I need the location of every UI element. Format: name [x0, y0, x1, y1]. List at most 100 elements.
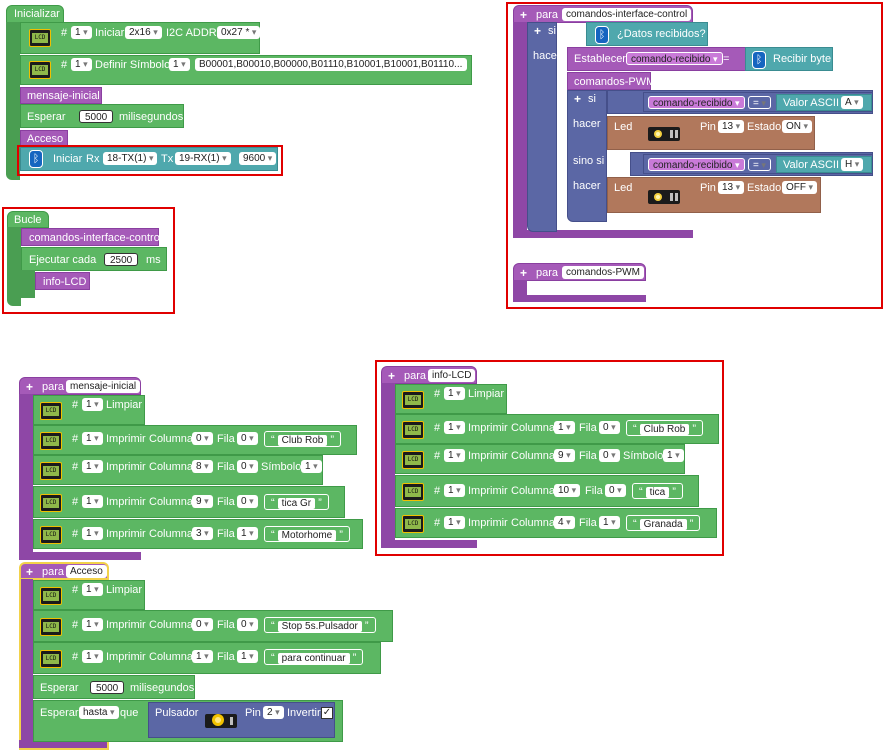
esperar-value-field[interactable]: 5000	[90, 681, 125, 694]
columna-dropdown[interactable]: 8	[192, 460, 213, 473]
plus-icon[interactable]: +	[574, 93, 581, 105]
baud-dropdown[interactable]: 9600	[239, 152, 277, 165]
bt-iniciar-block[interactable]: ᛒ Iniciar Rx 18-TX(1) Tx 19-RX(1) 9600	[20, 147, 278, 171]
lcd-number-dropdown[interactable]: 1	[82, 583, 103, 596]
lcd-imprimir-simbolo-block[interactable]: LCD # 1 Imprimir Columna 8 Fila 0 Símbol…	[33, 455, 323, 485]
variable-dropdown[interactable]: comando-recibido	[648, 158, 745, 171]
call-acceso[interactable]: Acceso	[20, 130, 68, 147]
fila-dropdown[interactable]: 0	[237, 618, 258, 631]
operator-dropdown[interactable]: =	[748, 96, 771, 109]
lcd-imprimir-block[interactable]: LCD # 1 Imprimir Columna 1 Fila 1 “para …	[33, 642, 381, 674]
procedure-name-field[interactable]: info-LCD	[428, 369, 476, 382]
pin-dropdown[interactable]: 2	[263, 706, 284, 719]
simbolo-dropdown[interactable]: 1	[663, 449, 684, 462]
lcd-number-dropdown[interactable]: 1	[82, 460, 103, 473]
lcd-init-block[interactable]: LCD # 1 Iniciar 2x16 I2C ADDR 0x27 *	[20, 22, 261, 54]
procedure-comandos-interface-control[interactable]: + para comandos-interface-control	[513, 5, 693, 23]
lcd-imprimir-block[interactable]: LCD # 1 Imprimir Columna 1 Fila 0 “Club …	[395, 414, 719, 444]
fila-dropdown[interactable]: 0	[237, 495, 258, 508]
plus-icon[interactable]: +	[26, 566, 33, 578]
lcd-limpiar-block[interactable]: LCD # 1 Limpiar	[33, 395, 145, 425]
text-value[interactable]: Stop 5s.Pulsador	[277, 621, 362, 632]
estado-dropdown[interactable]: ON	[782, 120, 813, 133]
procedure-info-lcd[interactable]: + para info-LCD	[381, 366, 477, 384]
ascii-letter-dropdown[interactable]: A	[841, 96, 863, 109]
lcd-define-symbol-block[interactable]: LCD # 1 Definir Símbolo 1 B00001,B00010,…	[20, 55, 472, 85]
plus-icon[interactable]: +	[26, 381, 33, 393]
columna-dropdown[interactable]: 1	[554, 421, 575, 434]
pin-dropdown[interactable]: 13	[718, 181, 745, 194]
procedure-name-field[interactable]: Acceso	[66, 565, 107, 578]
lcd-imprimir-block[interactable]: LCD # 1 Imprimir Columna 0 Fila 0 “Stop …	[33, 610, 393, 642]
plus-icon[interactable]: +	[534, 25, 541, 37]
text-string-block[interactable]: “Stop 5s.Pulsador”	[264, 617, 376, 633]
fila-dropdown[interactable]: 1	[599, 516, 620, 529]
lcd-imprimir-simbolo-block[interactable]: LCD # 1 Imprimir Columna 9 Fila 0 Símbol…	[395, 444, 685, 474]
valor-ascii-block[interactable]: Valor ASCII A	[776, 94, 872, 111]
lcd-size-dropdown[interactable]: 2x16	[125, 26, 162, 39]
rx-pin-dropdown[interactable]: 18-TX(1)	[103, 152, 158, 165]
lcd-imprimir-block[interactable]: LCD # 1 Imprimir Columna 10 Fila 0 “tica…	[395, 475, 699, 507]
minus-icon[interactable]: −	[612, 155, 619, 167]
call-comandos-interface-control[interactable]: comandos-interface-control	[21, 228, 162, 246]
recibir-byte-block[interactable]: ᛒ Recibir byte	[745, 47, 833, 71]
call-mensaje-inicial[interactable]: mensaje-inicial	[20, 87, 102, 104]
lcd-imprimir-block[interactable]: LCD # 1 Imprimir Columna 0 Fila 0 “Club …	[33, 425, 357, 455]
operator-dropdown[interactable]: =	[748, 158, 771, 171]
if-else-block[interactable]: + si hacer sino si − hacer	[567, 90, 619, 222]
plus-icon[interactable]: +	[388, 370, 395, 382]
lcd-imprimir-block[interactable]: LCD # 1 Imprimir Columna 9 Fila 0 “tica …	[33, 486, 345, 518]
ejecutar-interval-field[interactable]: 2500	[104, 253, 139, 266]
valor-ascii-block[interactable]: Valor ASCII H	[776, 156, 872, 173]
lcd-number-dropdown[interactable]: 1	[444, 387, 465, 400]
text-value[interactable]: Granada	[639, 519, 687, 530]
text-string-block[interactable]: “Club Rob”	[264, 431, 342, 447]
text-string-block[interactable]: “tica”	[632, 483, 683, 499]
simbolo-dropdown[interactable]: 1	[301, 460, 322, 473]
bucle-block[interactable]: Bucle	[7, 211, 49, 228]
plus-icon[interactable]: +	[520, 9, 527, 21]
lcd-limpiar-block[interactable]: LCD # 1 Limpiar	[33, 580, 145, 610]
fila-dropdown[interactable]: 0	[237, 432, 258, 445]
procedure-name-field[interactable]: comandos-interface-control	[562, 8, 692, 21]
lcd-number-dropdown[interactable]: 1	[444, 516, 465, 529]
estado-dropdown[interactable]: OFF	[782, 181, 818, 194]
ascii-letter-dropdown[interactable]: H	[841, 158, 864, 171]
columna-dropdown[interactable]: 1	[192, 650, 213, 663]
i2c-addr-dropdown[interactable]: 0x27 *	[217, 26, 261, 39]
lcd-number-dropdown[interactable]: 1	[444, 421, 465, 434]
esperar-block[interactable]: Esperar 5000 milisegundos	[33, 675, 195, 699]
compare-block-a[interactable]: comando-recibido = Valor ASCII A	[643, 92, 873, 112]
plus-icon[interactable]: +	[520, 267, 527, 279]
columna-dropdown[interactable]: 3	[192, 527, 213, 540]
lcd-number-dropdown[interactable]: 1	[82, 398, 103, 411]
pulsador-block[interactable]: Pulsador Pin 2 Invertir ✓	[148, 702, 335, 738]
procedure-name-field[interactable]: mensaje-inicial	[66, 380, 141, 393]
ejecutar-cada-block[interactable]: Ejecutar cada 2500 ms	[21, 247, 167, 271]
columna-dropdown[interactable]: 0	[192, 618, 213, 631]
datos-recibidos-block[interactable]: ᛒ ¿Datos recibidos?	[586, 22, 708, 46]
lcd-limpiar-block[interactable]: LCD # 1 Limpiar	[395, 384, 507, 414]
led-block-on[interactable]: Led Pin 13 Estado ON	[607, 116, 815, 150]
text-string-block[interactable]: “Club Rob”	[626, 420, 704, 436]
text-string-block[interactable]: “tica Gr”	[264, 494, 329, 510]
procedure-comandos-pwm[interactable]: + para comandos-PWM	[513, 263, 646, 281]
procedure-acceso[interactable]: + para Acceso	[19, 562, 109, 580]
text-string-block[interactable]: “Motorhome”	[264, 526, 350, 542]
columna-dropdown[interactable]: 0	[192, 432, 213, 445]
esperar-mode-dropdown[interactable]: hasta	[79, 706, 119, 719]
lcd-number-dropdown[interactable]: 1	[82, 650, 103, 663]
symbol-pattern-field[interactable]: B00001,B00010,B00000,B01110,B10001,B1000…	[195, 58, 467, 71]
call-info-lcd[interactable]: info-LCD	[35, 272, 90, 290]
fila-dropdown[interactable]: 0	[237, 460, 258, 473]
columna-dropdown[interactable]: 10	[554, 484, 581, 497]
lcd-number-dropdown[interactable]: 1	[82, 432, 103, 445]
text-value[interactable]: tica	[645, 487, 670, 498]
esperar-block[interactable]: Esperar 5000 milisegundos	[20, 104, 184, 128]
symbol-number-dropdown[interactable]: 1	[169, 58, 190, 71]
text-string-block[interactable]: “Granada”	[626, 515, 701, 531]
lcd-number-dropdown[interactable]: 1	[82, 618, 103, 631]
variable-dropdown[interactable]: comando-recibido	[626, 52, 723, 65]
lcd-number-dropdown[interactable]: 1	[82, 527, 103, 540]
if-datos-block[interactable]: + si hacer	[527, 22, 561, 232]
